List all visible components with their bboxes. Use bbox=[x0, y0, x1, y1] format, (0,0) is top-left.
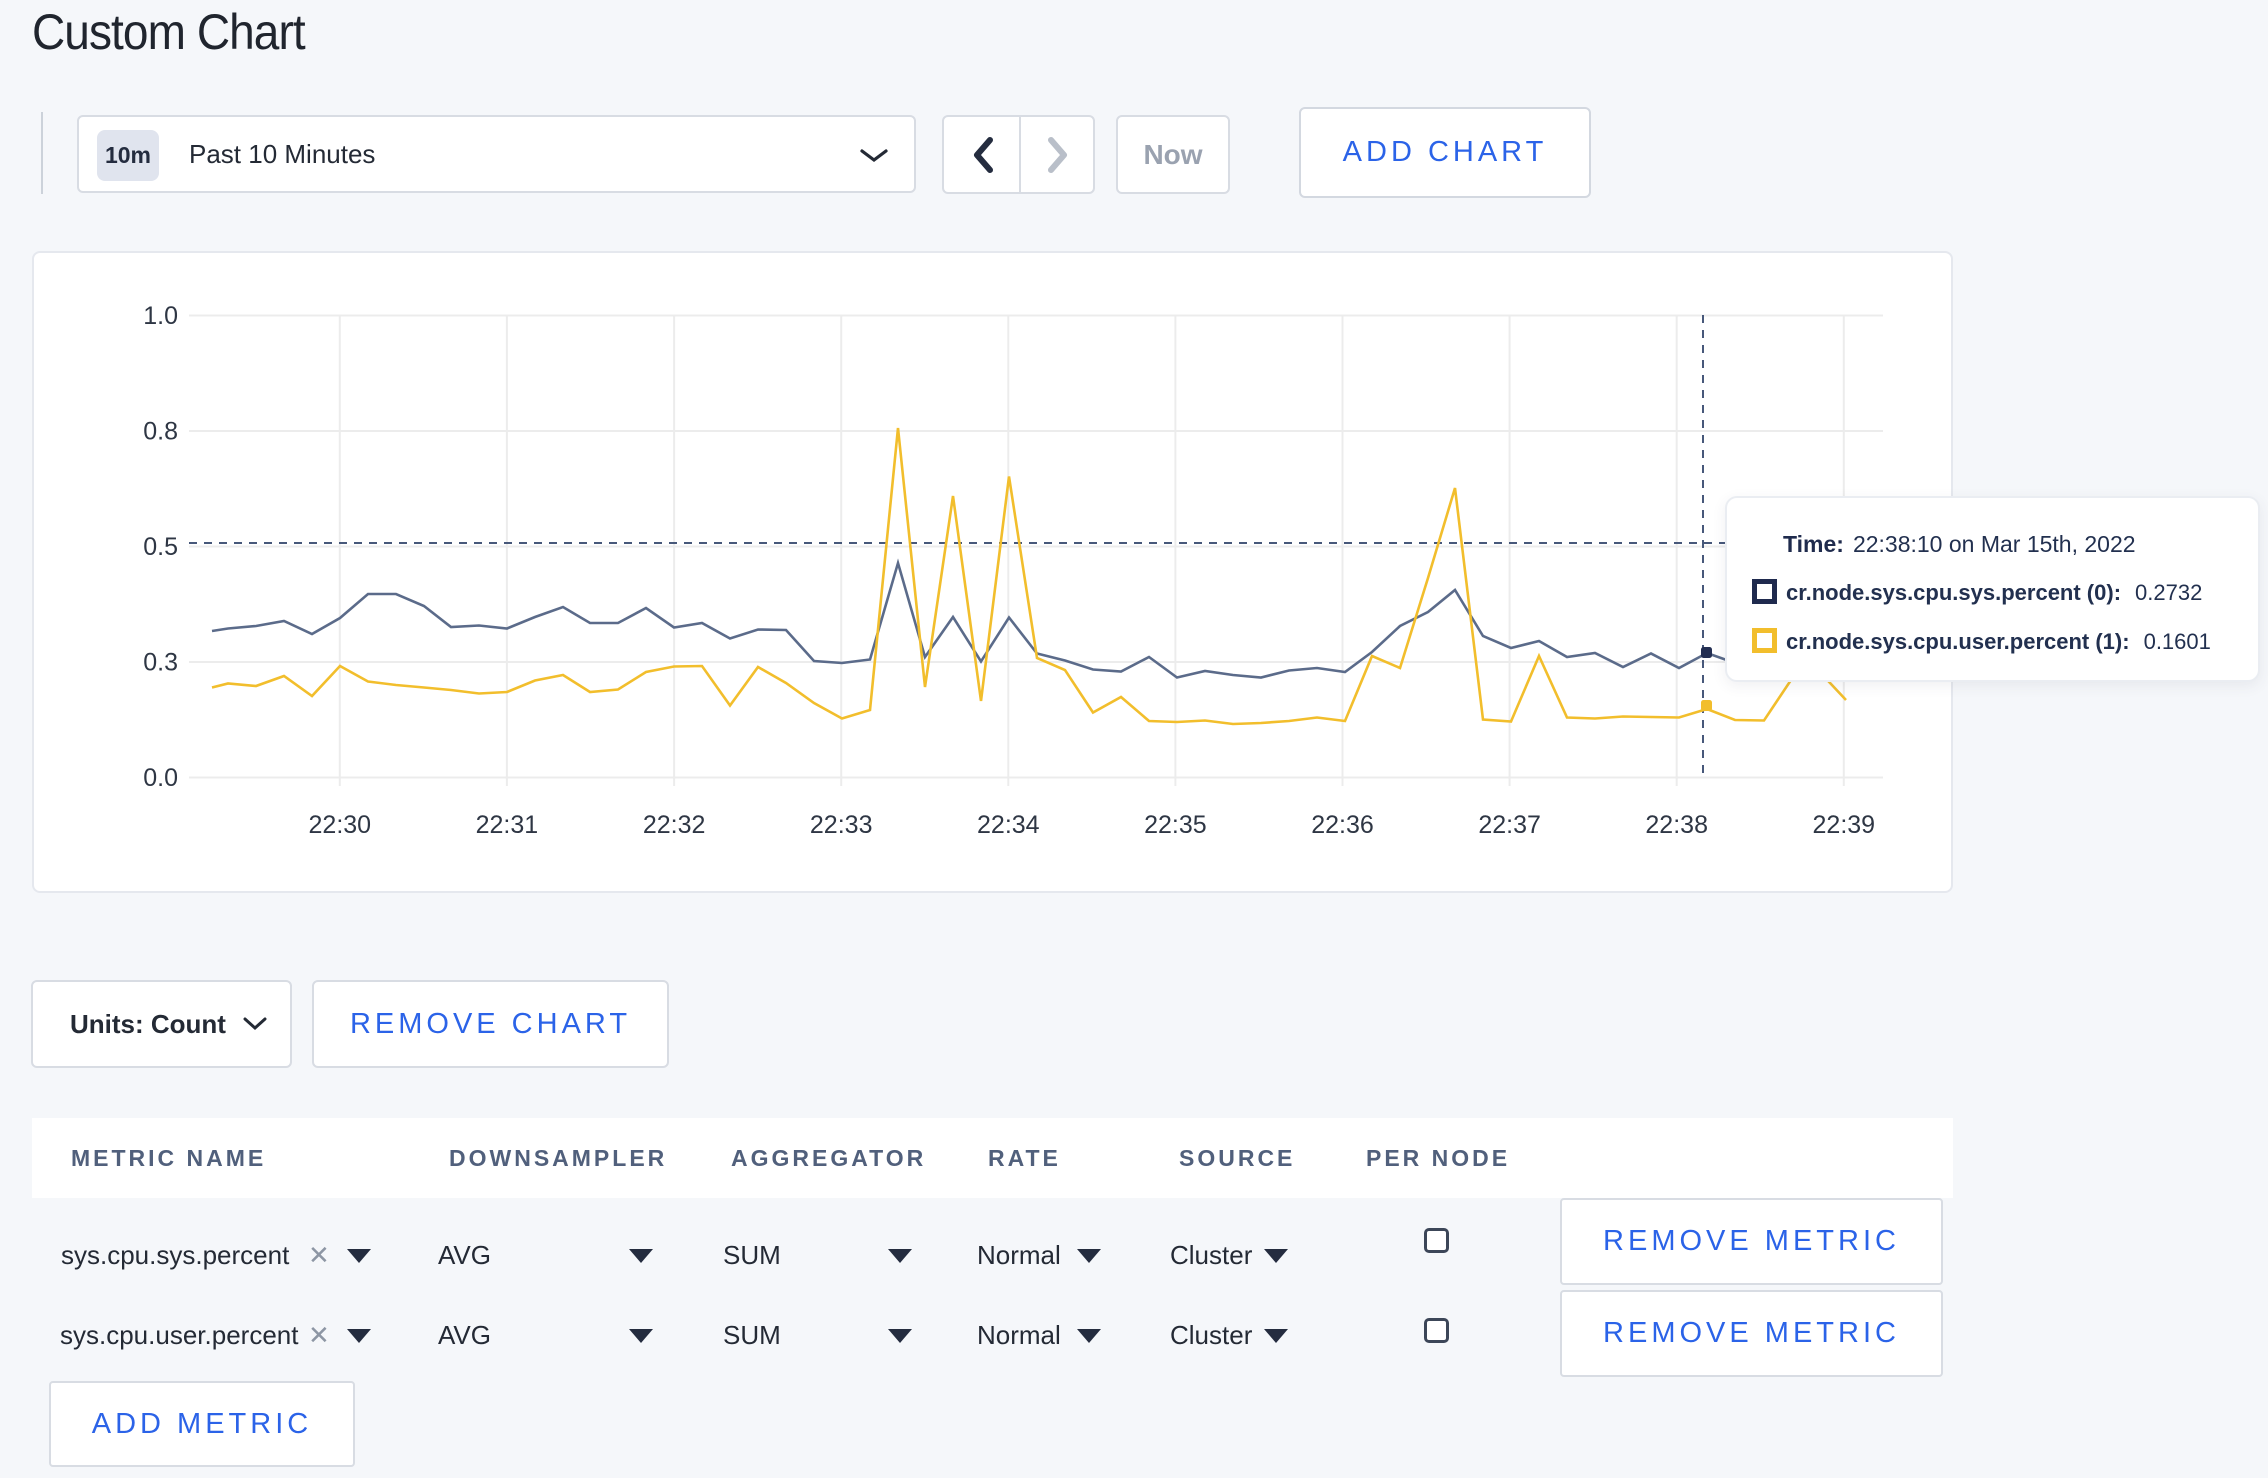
svg-text:0.0: 0.0 bbox=[143, 764, 178, 792]
svg-text:22:33: 22:33 bbox=[810, 811, 873, 839]
svg-text:0.3: 0.3 bbox=[143, 649, 178, 677]
svg-text:1.0: 1.0 bbox=[143, 302, 178, 330]
svg-text:22:35: 22:35 bbox=[1144, 811, 1207, 839]
svg-text:22:32: 22:32 bbox=[643, 811, 706, 839]
svg-text:22:37: 22:37 bbox=[1478, 811, 1541, 839]
svg-text:0.8: 0.8 bbox=[143, 418, 178, 446]
svg-text:22:34: 22:34 bbox=[977, 811, 1040, 839]
svg-text:22:39: 22:39 bbox=[1813, 811, 1876, 839]
svg-text:22:38: 22:38 bbox=[1645, 811, 1708, 839]
svg-text:22:31: 22:31 bbox=[476, 811, 539, 839]
svg-text:0.5: 0.5 bbox=[143, 533, 178, 561]
svg-text:22:30: 22:30 bbox=[309, 811, 372, 839]
svg-text:22:36: 22:36 bbox=[1311, 811, 1374, 839]
